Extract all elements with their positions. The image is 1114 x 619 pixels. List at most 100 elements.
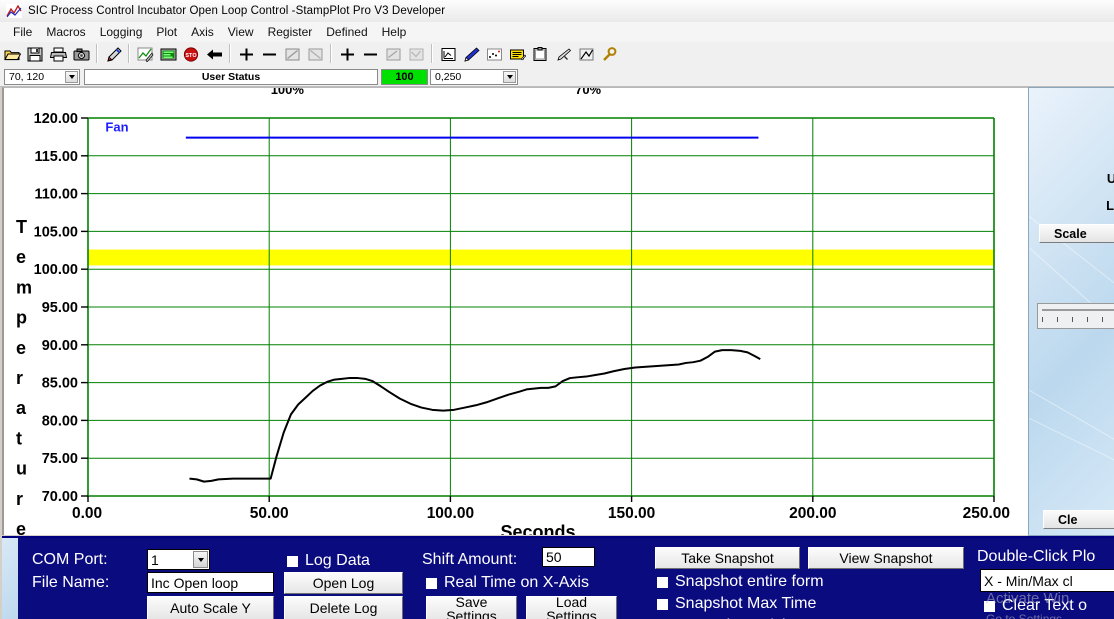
zoom-out-x-icon[interactable]	[258, 44, 280, 65]
panel-left-strip	[2, 538, 18, 619]
checkbox-box-clear-text[interactable]	[984, 600, 995, 612]
svg-text:100.00: 100.00	[427, 505, 474, 522]
clear-button[interactable]: Cle	[1043, 510, 1114, 529]
take-snapshot-button[interactable]: Take Snapshot	[655, 547, 800, 569]
open-log-button[interactable]: Open Log	[284, 572, 403, 594]
svg-text:m: m	[16, 277, 32, 297]
pen-marker-icon[interactable]	[102, 44, 124, 65]
delete-log-button[interactable]: Delete Log	[284, 596, 403, 619]
svg-text:85.00: 85.00	[42, 376, 78, 392]
scale-down-x-icon[interactable]	[304, 44, 326, 65]
value-indicator: 100	[381, 68, 428, 85]
toolbar-separator-3	[225, 44, 234, 65]
pointer-pen-icon[interactable]	[552, 44, 574, 65]
slider-track	[1042, 309, 1114, 311]
green-display-icon[interactable]	[157, 44, 179, 65]
open-folder-icon[interactable]	[1, 44, 23, 65]
checkbox-box-real-time[interactable]	[426, 577, 437, 589]
clear-text-checkbox[interactable]: Clear Text o	[984, 597, 1087, 615]
chevron-down-icon-2[interactable]	[503, 70, 516, 83]
right-control-panel: Upper T Lower T Scale T % P F Max. T Min…	[1028, 87, 1114, 536]
snapshot-max-time-label: Snapshot Max Time	[675, 595, 817, 612]
svg-text:0.00: 0.00	[72, 505, 102, 522]
scale-up-y-icon[interactable]	[382, 44, 404, 65]
minmax-select[interactable]: X - Min/Max cl	[980, 569, 1114, 592]
zoom-in-y-icon[interactable]	[336, 44, 358, 65]
menu-defined[interactable]: Defined	[319, 23, 374, 41]
scale-up-x-icon[interactable]	[281, 44, 303, 65]
wrench-icon[interactable]	[598, 44, 620, 65]
data-points-icon[interactable]	[483, 44, 505, 65]
load-settings-button[interactable]: Load Settings	[526, 596, 617, 619]
temperature-chart[interactable]: 70.00 75.00 80.00 85.00 90.00 95.00 100.00 105.…	[4, 88, 1028, 535]
menu-view[interactable]: View	[221, 23, 261, 41]
save-disk-icon[interactable]	[24, 44, 46, 65]
menu-register[interactable]: Register	[261, 23, 320, 41]
real-time-x-axis-checkbox[interactable]: Real Time on X-Axis	[426, 574, 589, 592]
menu-file[interactable]: File	[6, 23, 39, 41]
svg-text:e: e	[16, 247, 26, 267]
analyze-plot-icon[interactable]	[437, 44, 459, 65]
zoom-in-x-icon[interactable]	[235, 44, 257, 65]
menu-axis[interactable]: Axis	[184, 23, 221, 41]
user-status-box[interactable]: User Status	[84, 68, 378, 85]
power-slider[interactable]	[1037, 303, 1114, 329]
menu-logging[interactable]: Logging	[93, 23, 150, 41]
snapshot-max-time-checkbox[interactable]: Snapshot Max Time	[657, 595, 816, 613]
scale-down-y-icon[interactable]	[405, 44, 427, 65]
real-time-label: Real Time on X-Axis	[444, 574, 589, 591]
svg-text:200.00: 200.00	[789, 505, 836, 522]
stampplot-app-icon	[6, 4, 22, 18]
save-settings-button[interactable]: Save Settings	[426, 596, 517, 619]
svg-text:80.00: 80.00	[42, 413, 78, 429]
log-data-checkbox[interactable]: Log Data	[287, 552, 370, 570]
pen-blue-icon[interactable]	[460, 44, 482, 65]
shift-amount-label: Shift Amount:	[422, 551, 518, 568]
auto-scale-y-button[interactable]: Auto Scale Y	[147, 596, 274, 619]
upper-temp-label: Upper T	[1107, 171, 1114, 186]
toolbar-separator-5	[427, 44, 436, 65]
panel-streak-4	[1029, 408, 1114, 497]
plot-panel[interactable]: 70.00 75.00 80.00 85.00 90.00 95.00 100.00 105.…	[2, 87, 1028, 535]
y-range-combo[interactable]: 70, 120	[4, 68, 80, 85]
stop-sign-icon[interactable]: STO	[180, 44, 202, 65]
svg-text:STO: STO	[185, 53, 197, 59]
checkbox-box-snapshot-max[interactable]	[657, 598, 668, 610]
back-arrow-icon[interactable]	[203, 44, 225, 65]
svg-text:110.00: 110.00	[34, 187, 78, 203]
shift-amount-value: 50	[546, 549, 562, 565]
clipboard-icon[interactable]	[529, 44, 551, 65]
svg-text:90.00: 90.00	[42, 338, 78, 354]
trend-icon[interactable]	[575, 44, 597, 65]
plot-tools-icon[interactable]	[134, 44, 156, 65]
chevron-down-icon[interactable]	[65, 70, 78, 83]
view-snapshot-button[interactable]: View Snapshot	[808, 547, 964, 569]
chevron-down-icon-com[interactable]	[193, 551, 208, 568]
print-icon[interactable]	[47, 44, 69, 65]
snapshot-entire-form-checkbox[interactable]: Snapshot entire form	[657, 573, 824, 591]
com-port-select[interactable]: 1	[147, 549, 210, 570]
clear-text-label: Clear Text o	[1002, 597, 1088, 614]
menu-macros[interactable]: Macros	[39, 23, 92, 41]
chart-annotation: Fan	[105, 120, 128, 135]
file-name-input[interactable]: Inc Open loop	[147, 572, 274, 593]
checkbox-box-log-data[interactable]	[287, 555, 298, 567]
checkbox-box-snapshot-form[interactable]	[657, 576, 668, 588]
file-name-label: File Name:	[32, 574, 110, 591]
svg-text:95.00: 95.00	[42, 300, 78, 316]
panel-streak-3	[1029, 378, 1114, 479]
svg-text:75.00: 75.00	[42, 451, 78, 467]
svg-text:250.00: 250.00	[963, 505, 1010, 522]
setpoint-band	[88, 249, 994, 266]
camera-icon[interactable]	[70, 44, 92, 65]
zoom-out-y-icon[interactable]	[359, 44, 381, 65]
chart-annotation: 70%	[575, 88, 601, 97]
menu-help[interactable]: Help	[375, 23, 414, 41]
double-click-label: Double-Click Plo	[977, 548, 1096, 565]
shift-amount-input[interactable]: 50	[542, 547, 595, 567]
menu-plot[interactable]: Plot	[149, 23, 184, 41]
notes-yellow-icon[interactable]	[506, 44, 528, 65]
scale-button[interactable]: Scale	[1039, 224, 1114, 243]
x-range-combo[interactable]: 0,250	[430, 68, 518, 85]
toolbar-secondary: 70, 120 User Status 100 0,250	[0, 67, 1114, 87]
